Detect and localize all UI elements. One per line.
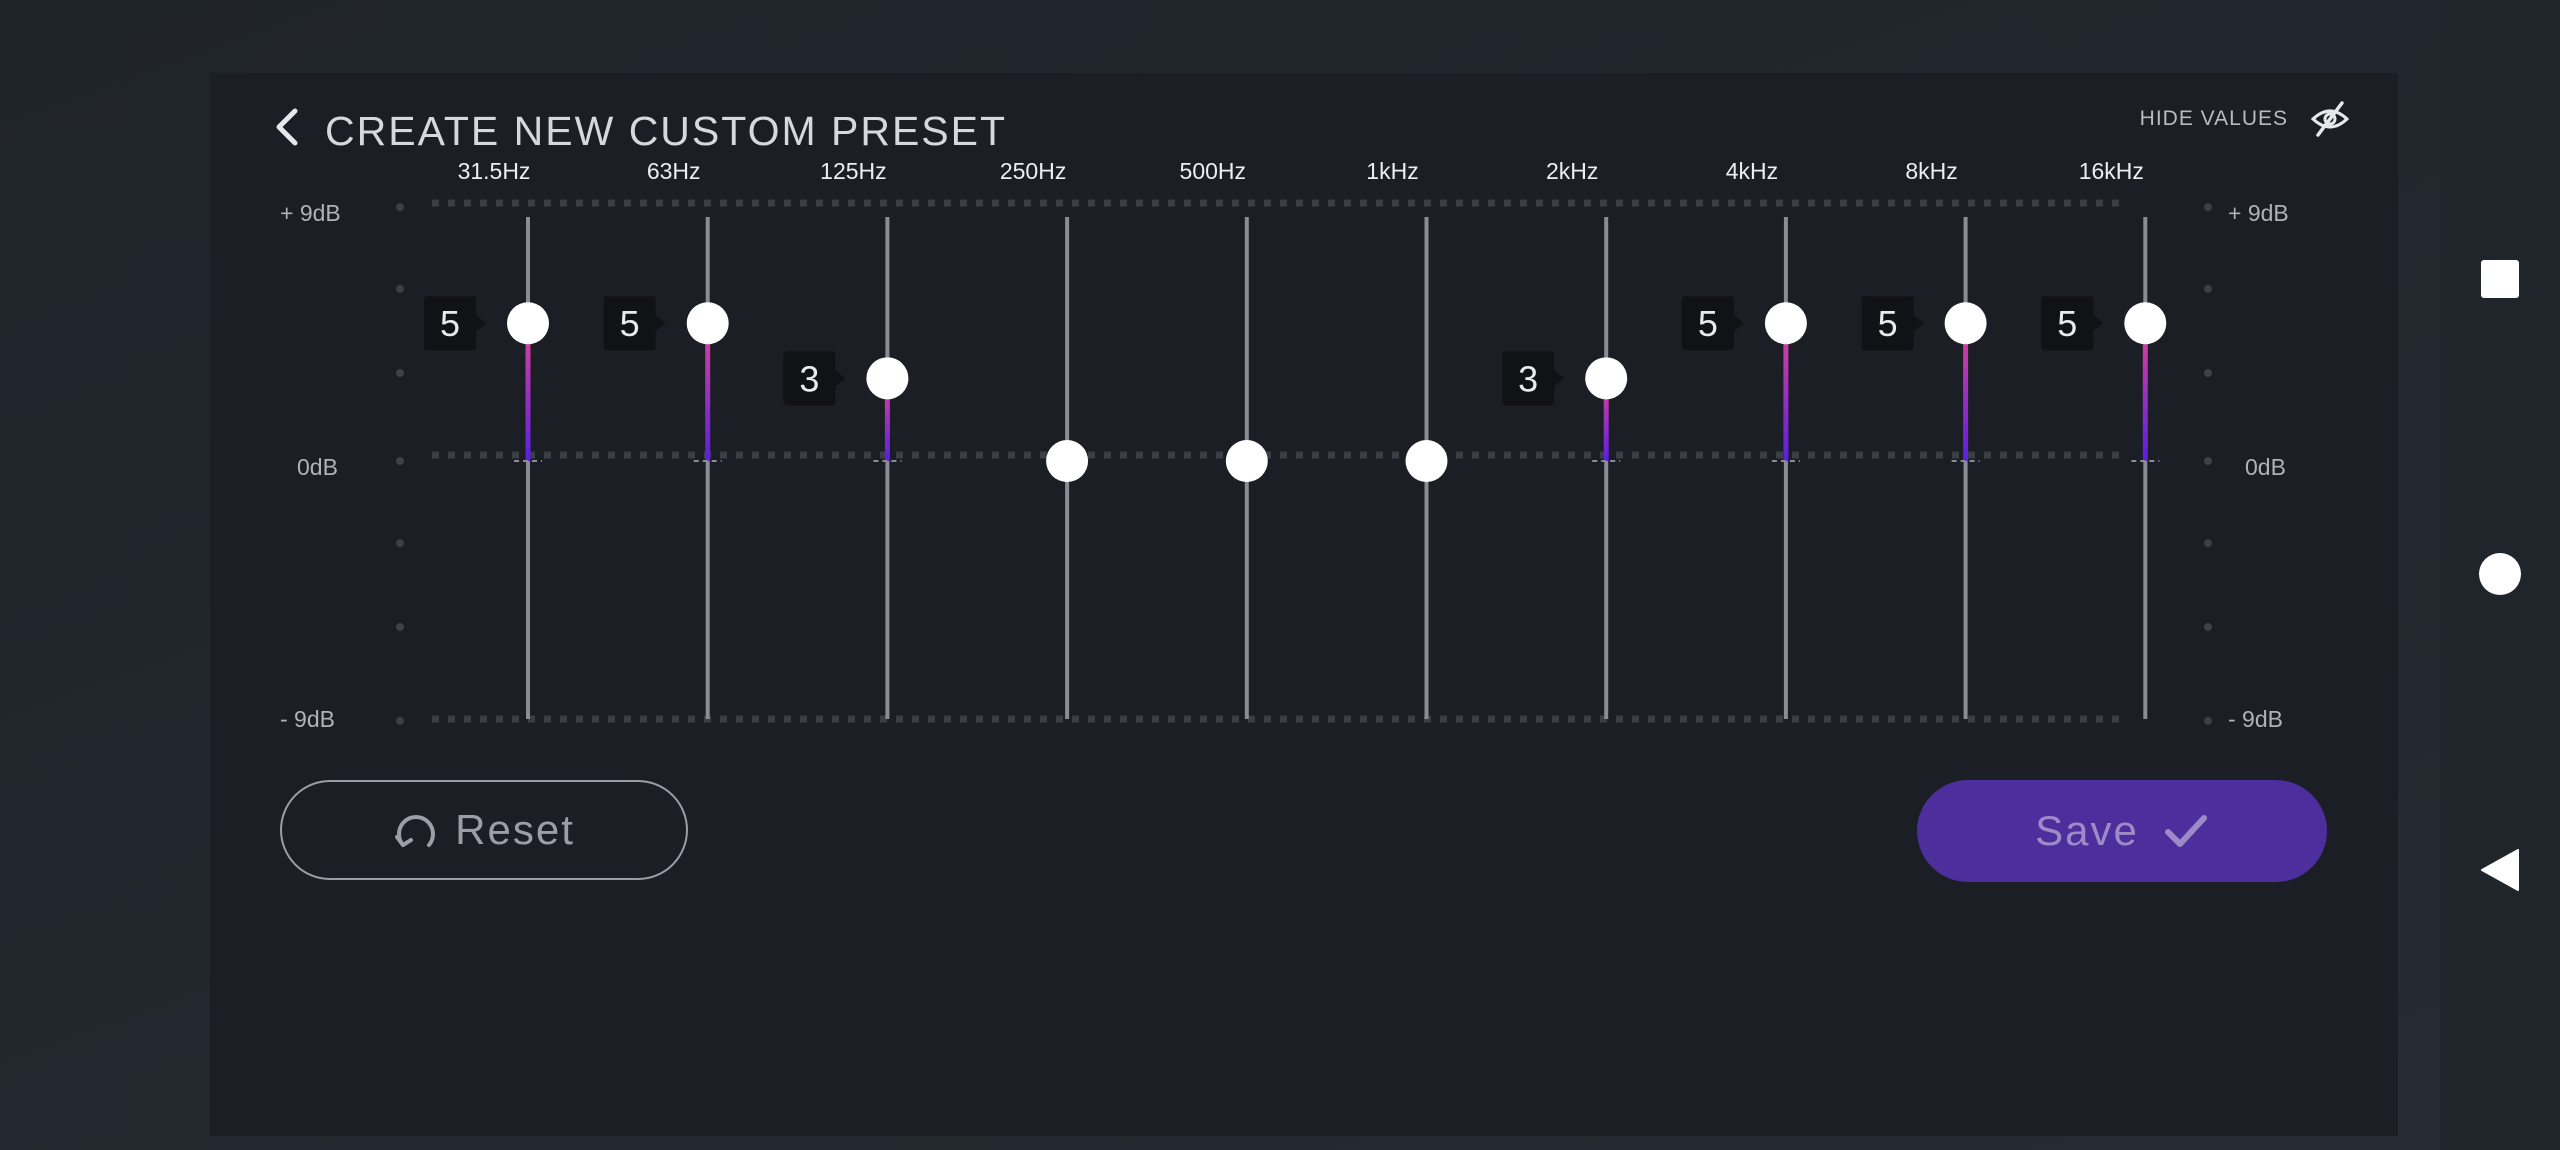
value-badge-pointer — [1733, 315, 1744, 332]
save-label: Save — [2035, 807, 2139, 854]
slider-knob[interactable] — [2124, 302, 2167, 345]
scale-dot — [396, 203, 404, 211]
scale-dot — [396, 285, 404, 293]
scale-dot — [2204, 457, 2212, 465]
band-label: 8kHz — [1905, 158, 1957, 184]
value-badge-text: 5 — [1878, 303, 1898, 344]
band-label: 250Hz — [1000, 158, 1066, 184]
equalizer: + 9dB 0dB - 9dB + 9dB 0dB - 9dB 31.5Hz 5 6… — [280, 158, 2289, 732]
value-badge-text: 3 — [1518, 358, 1538, 399]
value-badge-text: 5 — [2057, 303, 2077, 344]
band-label: 500Hz — [1180, 158, 1246, 184]
value-badge-text: 5 — [620, 303, 640, 344]
db-label-bottom-right: - 9dB — [2228, 706, 2283, 732]
square-icon — [2481, 260, 2519, 298]
value-badge-text: 3 — [799, 358, 819, 399]
value-badge-pointer — [2093, 315, 2104, 332]
scale-dot — [2204, 203, 2212, 211]
reset-button[interactable]: Reset — [280, 780, 688, 880]
scale-dot — [396, 457, 404, 465]
value-badge: 5 — [424, 296, 486, 351]
band-label: 31.5Hz — [458, 158, 531, 184]
value-badge-pointer — [476, 315, 486, 332]
slider-knob[interactable] — [686, 302, 729, 345]
scale-dot — [396, 623, 404, 631]
triangle-left-icon — [2481, 849, 2519, 891]
scale-dot — [2204, 717, 2212, 725]
db-label-top-left: + 9dB — [280, 200, 341, 226]
scale-dot — [396, 369, 404, 377]
db-label-mid-right: 0dB — [2245, 454, 2286, 480]
value-badge: 3 — [783, 351, 846, 406]
value-badge-text: 5 — [1698, 303, 1718, 344]
value-badge: 5 — [1861, 296, 1924, 351]
value-badge: 5 — [1681, 296, 1744, 351]
save-button[interactable]: Save — [1917, 780, 2327, 882]
scale-dot — [2204, 539, 2212, 547]
band-label: 16kHz — [2079, 158, 2144, 184]
db-label-mid-left: 0dB — [297, 454, 338, 480]
band-label: 4kHz — [1726, 158, 1778, 184]
slider-knob[interactable] — [1585, 357, 1628, 400]
value-badge: 5 — [2041, 296, 2104, 351]
slider-knob[interactable] — [507, 302, 549, 345]
slider-knob[interactable] — [866, 357, 909, 400]
db-label-bottom-left: - 9dB — [280, 706, 335, 732]
value-badge: 3 — [1502, 351, 1565, 406]
band-label: 1kHz — [1366, 158, 1418, 184]
scale-dot — [2204, 369, 2212, 377]
scale-dot — [2204, 285, 2212, 293]
back-nav-button[interactable] — [2440, 815, 2560, 925]
value-badge-pointer — [835, 370, 846, 387]
reset-label: Reset — [455, 806, 575, 853]
system-nav-bar — [2440, 0, 2560, 1150]
band-label: 63Hz — [647, 158, 701, 184]
scale-dot — [2204, 623, 2212, 631]
home-button[interactable] — [2440, 519, 2560, 629]
scale-dot — [396, 717, 404, 725]
slider-knob[interactable] — [1405, 440, 1448, 482]
band-label: 125Hz — [820, 158, 886, 184]
db-label-top-right: + 9dB — [2228, 200, 2289, 226]
value-badge: 5 — [603, 296, 666, 351]
grid-dots — [396, 199, 2212, 725]
value-badge-pointer — [1913, 315, 1924, 332]
preset-panel: CREATE NEW CUSTOM PRESET HIDE VALUES + 9… — [210, 73, 2398, 1136]
slider-knob[interactable] — [1944, 302, 1987, 345]
slider-knob[interactable] — [1046, 440, 1089, 482]
reset-icon — [395, 815, 436, 847]
value-badge-pointer — [1554, 370, 1565, 387]
scale-dot — [396, 539, 404, 547]
slider-knob[interactable] — [1225, 440, 1268, 482]
circle-icon — [2479, 553, 2521, 595]
value-badge-pointer — [655, 315, 666, 332]
value-badge-text: 5 — [440, 303, 460, 344]
recents-button[interactable] — [2440, 224, 2560, 334]
band-label: 2kHz — [1546, 158, 1598, 184]
checkmark-icon — [2164, 815, 2207, 847]
slider-knob[interactable] — [1764, 302, 1807, 345]
